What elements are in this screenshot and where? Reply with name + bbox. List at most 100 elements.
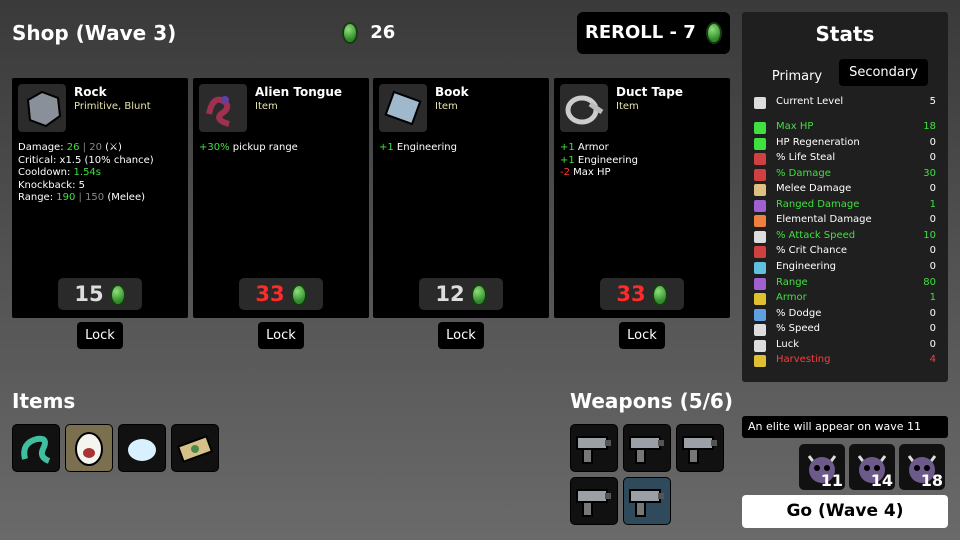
buy-button[interactable]: 15: [58, 278, 142, 310]
stat-segment: 190: [56, 192, 76, 203]
stat-row-harvesting: Harvesting 4: [754, 354, 936, 368]
price-value: 33: [616, 282, 646, 306]
go-button[interactable]: Go (Wave 4): [742, 495, 948, 528]
material-icon: [651, 284, 668, 306]
stat-segment: pickup range: [229, 142, 298, 153]
stat-value: 18: [923, 121, 936, 132]
stat-value: 30: [923, 167, 936, 179]
card-name: Book: [435, 85, 469, 99]
shop-card-rock[interactable]: Rock Primitive, Blunt Damage: 26 | 20 (⚔) C…: [12, 78, 188, 318]
stat-segment: Engineering: [393, 142, 457, 153]
go-label: Go (Wave 4): [786, 501, 904, 521]
stat-row-crit-chance: % Crit Chance 0: [754, 245, 936, 259]
card-stat-line: Range: 190 | 150 (Melee): [18, 192, 154, 205]
alien-tongue-icon: [199, 84, 247, 132]
material-icon: [342, 22, 358, 44]
material-icon: [290, 284, 307, 306]
card-type: Item: [435, 101, 458, 112]
stat-row-ranged-damage: Ranged Damage 1: [754, 199, 936, 213]
stat-segment: +1: [560, 142, 575, 153]
stat-segment: Range:: [18, 192, 57, 203]
stat-segment: Cooldown:: [18, 167, 74, 178]
card-stat-line: +1 Engineering: [379, 142, 457, 155]
gun-icon[interactable]: [570, 424, 618, 472]
stat-segment: +1: [379, 142, 394, 153]
card-stats: Damage: 26 | 20 (⚔) Critical: x1.5 (10% c…: [18, 142, 154, 205]
stat-label: % Crit Chance: [776, 245, 848, 257]
buy-button[interactable]: 33: [239, 278, 323, 310]
luck-icon: [754, 339, 766, 352]
stat-value: 10: [923, 229, 936, 241]
card-stat-line: +1 Armor: [560, 142, 638, 155]
card-stat-line: +1 Engineering: [560, 155, 638, 168]
stat-label: % Life Steal: [776, 152, 836, 164]
reroll-label: REROLL - 7: [584, 22, 696, 43]
stat-segment: | 20: [79, 142, 106, 153]
stat-value: 1: [929, 198, 936, 210]
range-icon: [754, 277, 766, 290]
stat-label: Luck: [776, 338, 800, 350]
stat-row-hp-regeneration: HP Regeneration 0: [754, 137, 936, 151]
heart-icon: [754, 122, 766, 134]
gun-icon[interactable]: [623, 424, 671, 472]
rock-icon: [18, 84, 66, 132]
stat-row-current-level: Current Level 5: [754, 96, 936, 110]
lock-button[interactable]: Lock: [438, 322, 484, 349]
shop-card-duct-tape[interactable]: Duct Tape Item +1 Armor +1 Engineering -2 Ma…: [554, 78, 730, 318]
lock-button[interactable]: Lock: [77, 322, 123, 349]
stat-segment: (Melee): [107, 192, 146, 203]
stat-segment: -2: [560, 167, 570, 178]
stat-row-melee-damage: Melee Damage 0: [754, 183, 936, 197]
banknote-icon[interactable]: [171, 424, 219, 472]
duct-tape-icon: [560, 84, 608, 132]
engineering-icon: [754, 261, 766, 274]
stat-row-life-steal: % Life Steal 0: [754, 152, 936, 166]
lock-button[interactable]: Lock: [619, 322, 665, 349]
buy-button[interactable]: 12: [419, 278, 503, 310]
shop-card-alien-tongue[interactable]: Alien Tongue Item +30% pickup range 33: [193, 78, 369, 318]
card-stat-line: Cooldown: 1.54s: [18, 167, 154, 180]
stat-row-max-hp: Max HP 18: [754, 121, 936, 135]
shop-card-book[interactable]: Book Item +1 Engineering 12: [373, 78, 549, 318]
stat-segment: (⚔): [105, 142, 122, 153]
attack-speed-icon: [754, 230, 766, 243]
armor-icon: [754, 293, 766, 306]
card-stat-line: Damage: 26 | 20 (⚔): [18, 142, 154, 155]
stat-value: 0: [929, 214, 936, 226]
egg-icon[interactable]: [65, 424, 113, 472]
elite-wave-number: 14: [870, 471, 893, 490]
ranged-icon: [754, 199, 766, 212]
stat-segment: Damage:: [18, 142, 67, 153]
stat-value: 0: [929, 152, 936, 164]
card-name: Rock: [74, 85, 107, 99]
stat-row-range: Range 80: [754, 277, 936, 291]
card-stat-line: Knockback: 5: [18, 180, 154, 193]
tab-primary[interactable]: Primary: [762, 64, 832, 90]
stat-label: HP Regeneration: [776, 136, 860, 148]
stat-value: 5: [929, 96, 936, 107]
card-name: Alien Tongue: [255, 85, 343, 99]
stat-value: 4: [929, 354, 936, 366]
stats-title: Stats: [815, 22, 875, 46]
lizard-tail-icon[interactable]: [12, 424, 60, 472]
gun-icon[interactable]: [676, 424, 724, 472]
elite-wave-icon: 11: [799, 444, 845, 490]
stat-label: % Damage: [776, 167, 831, 179]
tab-secondary[interactable]: Secondary: [839, 59, 928, 86]
lock-button[interactable]: Lock: [258, 322, 304, 349]
stat-value: 1: [929, 292, 936, 304]
dodge-icon: [754, 308, 766, 321]
stat-row-elemental-damage: Elemental Damage 0: [754, 214, 936, 228]
gun-icon[interactable]: [570, 477, 618, 525]
reroll-button[interactable]: REROLL - 7: [577, 12, 730, 54]
stat-row-speed: % Speed 0: [754, 323, 936, 337]
stat-label: Harvesting: [776, 354, 831, 366]
regen-icon: [754, 137, 766, 150]
price-value: 12: [435, 282, 465, 306]
card-stats: +30% pickup range: [199, 142, 298, 155]
material-icon: [706, 22, 723, 44]
buy-button[interactable]: 33: [600, 278, 684, 310]
snowball-icon[interactable]: [118, 424, 166, 472]
gun-icon[interactable]: [623, 477, 671, 525]
stat-row-attack-speed: % Attack Speed 10: [754, 230, 936, 244]
